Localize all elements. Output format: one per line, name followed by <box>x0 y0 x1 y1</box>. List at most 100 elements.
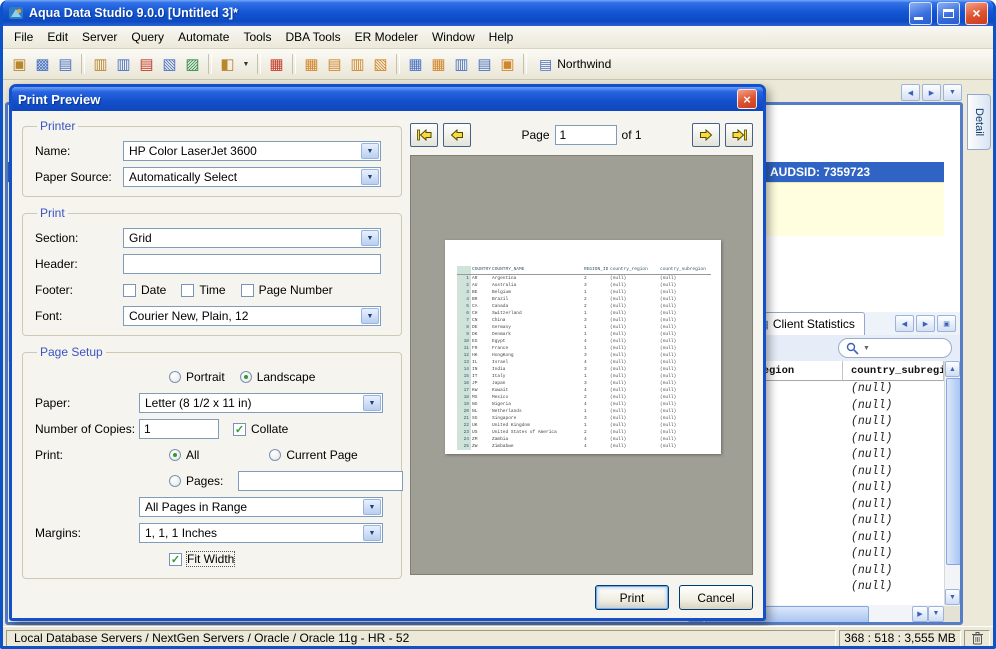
chevron-down-icon[interactable]: ▼ <box>363 395 381 411</box>
first-page-button[interactable] <box>410 123 438 147</box>
menu-item-edit[interactable]: Edit <box>40 27 75 47</box>
chevron-down-icon[interactable]: ▼ <box>361 143 379 159</box>
close-button[interactable]: × <box>965 1 988 25</box>
all-radio[interactable]: All <box>169 448 199 462</box>
collate-checkbox[interactable]: Collate <box>233 422 288 436</box>
print-group: Print Section: Grid ▼ Header: Footer: Da… <box>22 206 402 336</box>
tab-scroll-right-icon[interactable]: ▶ <box>916 315 935 332</box>
import-data-icon[interactable]: ▥ <box>89 53 112 76</box>
database-selector[interactable]: ▤ Northwind <box>539 56 611 73</box>
cancel-button[interactable]: Cancel <box>679 585 753 610</box>
footer-page-number-checkbox[interactable]: Page Number <box>240 283 333 297</box>
preview-table-header: COUNTRY_IDCOUNTRY_NAMEREGION_IDcountry_r… <box>457 266 711 275</box>
copies-input[interactable] <box>139 419 219 439</box>
menu-item-query[interactable]: Query <box>124 27 171 47</box>
preview-table-row: 1 AR Argentina 2 (null) (null) <box>457 275 711 282</box>
preview-table-row: 13 IL Israel 4 (null) (null) <box>457 359 711 366</box>
toolbar-icons: ▣ ▩ ▤ ▥ ▥ ▤ ▧ ▨ ◧ ▼ ▦ ▦ ▤ ▥ ▧ ▦ ▦ ▥ ▤ ▣ <box>8 53 531 76</box>
doc-tab-scroll-left-icon[interactable]: ◀ <box>901 84 920 101</box>
preview-table-row: 21 SG Singapore 3 (null) (null) <box>457 415 711 422</box>
current-page-radio[interactable]: Current Page <box>269 448 358 462</box>
chevron-down-icon[interactable]: ▼ <box>361 169 379 185</box>
paper-source-label: Paper Source: <box>35 170 112 184</box>
search-options-chevron-icon[interactable]: ▼ <box>863 345 870 352</box>
chevron-down-icon[interactable]: ▼ <box>361 230 379 246</box>
menu-item-file[interactable]: File <box>7 27 40 47</box>
footer-date-checkbox[interactable]: Date <box>123 283 166 297</box>
chevron-down-icon[interactable]: ▼ <box>363 525 381 541</box>
print-button[interactable]: Print <box>595 585 669 610</box>
maximize-button[interactable] <box>937 1 960 25</box>
table-data-icon[interactable]: ▦ <box>404 53 427 76</box>
menu-item-help[interactable]: Help <box>482 27 521 47</box>
dialog-close-button[interactable]: × <box>737 89 757 109</box>
dialog-title-bar[interactable]: Print Preview × <box>12 87 763 111</box>
register-server-icon[interactable]: ▣ <box>8 53 31 76</box>
preview-table-row: 11 FR France 1 (null) (null) <box>457 345 711 352</box>
pivot-grid-icon[interactable]: ▥ <box>346 53 369 76</box>
font-select[interactable]: Courier New, Plain, 12 ▼ <box>123 306 381 326</box>
column-header-country-subregion[interactable]: country_subregion <box>843 361 944 381</box>
syntax-style-icon[interactable]: ◧ <box>216 53 239 76</box>
title-bar[interactable]: Aqua Data Studio 9.0.0 [Untitled 3]* × <box>3 0 993 26</box>
next-page-button[interactable] <box>692 123 721 147</box>
grid-vertical-scrollbar[interactable]: ▲ ▼ <box>944 361 960 605</box>
paper-label: Paper: <box>35 396 71 410</box>
section-select[interactable]: Grid ▼ <box>123 228 381 248</box>
portrait-radio[interactable]: Portrait <box>169 370 225 384</box>
paper-source-select[interactable]: Automatically Select ▼ <box>123 167 381 187</box>
menu-item-dba-tools[interactable]: DBA Tools <box>278 27 347 47</box>
menu-item-window[interactable]: Window <box>425 27 482 47</box>
schema-script-icon[interactable]: ▤ <box>135 53 158 76</box>
pages-radio[interactable]: Pages: <box>169 474 223 488</box>
paper-select[interactable]: Letter (8 1/2 x 11 in) ▼ <box>139 393 383 413</box>
footer-time-checkbox[interactable]: Time <box>181 283 226 297</box>
menu-item-er-modeler[interactable]: ER Modeler <box>348 27 425 47</box>
doc-tab-scroll-right-icon[interactable]: ▶ <box>922 84 941 101</box>
landscape-radio[interactable]: Landscape <box>239 370 315 384</box>
server-properties-icon[interactable]: ▩ <box>31 53 54 76</box>
printer-name-select[interactable]: HP Color LaserJet 3600 ▼ <box>123 141 381 161</box>
table-filter-icon[interactable]: ▣ <box>496 53 519 76</box>
vertical-scroll-thumb[interactable] <box>946 378 960 565</box>
trash-icon[interactable] <box>964 629 990 646</box>
toolbar-separator <box>81 54 85 74</box>
minimize-button[interactable] <box>909 1 932 25</box>
menu-item-automate[interactable]: Automate <box>171 27 236 47</box>
scroll-right-icon[interactable]: ▶ <box>912 605 928 622</box>
table-update-icon[interactable]: ▥ <box>450 53 473 76</box>
form-view-icon[interactable]: ▧ <box>369 53 392 76</box>
new-query-window-icon[interactable]: ▤ <box>54 53 77 76</box>
chevron-down-icon[interactable]: ▼ <box>363 499 381 515</box>
scroll-up-icon[interactable]: ▲ <box>945 361 960 377</box>
column-list-icon[interactable]: ▼ <box>928 605 944 622</box>
table-delete-icon[interactable]: ▤ <box>473 53 496 76</box>
menu-item-tools[interactable]: Tools <box>236 27 278 47</box>
export-data-icon[interactable]: ▥ <box>112 53 135 76</box>
preview-table-row: 3 BE Belgium 1 (null) (null) <box>457 289 711 296</box>
previous-page-button[interactable] <box>443 123 471 147</box>
search-input[interactable]: ▼ <box>838 338 952 358</box>
table-insert-icon[interactable]: ▦ <box>427 53 450 76</box>
format-results-icon[interactable]: ▦ <box>265 53 288 76</box>
pages-input[interactable] <box>238 471 404 491</box>
page-number-input[interactable] <box>554 125 617 145</box>
margins-select[interactable]: 1, 1, 1 Inches ▼ <box>139 523 383 543</box>
tab-scroll-left-icon[interactable]: ◀ <box>895 315 914 332</box>
header-label: Header: <box>35 257 78 271</box>
menu-item-server[interactable]: Server <box>75 27 124 47</box>
fit-width-checkbox[interactable]: Fit Width <box>169 551 236 567</box>
style-dropdown-icon[interactable]: ▼ <box>239 53 253 76</box>
doc-tab-list-icon[interactable]: ▼ <box>943 84 962 101</box>
er-diagram-icon[interactable]: ▧ <box>158 53 181 76</box>
scroll-down-icon[interactable]: ▼ <box>945 589 960 605</box>
page-range-select[interactable]: All Pages in Range ▼ <box>139 497 383 517</box>
header-input[interactable] <box>123 254 381 274</box>
grid-results-icon[interactable]: ▦ <box>300 53 323 76</box>
chevron-down-icon[interactable]: ▼ <box>361 308 379 324</box>
text-results-icon[interactable]: ▤ <box>323 53 346 76</box>
tab-detach-icon[interactable]: ▣ <box>937 315 956 332</box>
last-page-button[interactable] <box>725 123 754 147</box>
detail-dock-tab[interactable]: Detail <box>967 94 991 150</box>
visual-editing-icon[interactable]: ▨ <box>181 53 204 76</box>
